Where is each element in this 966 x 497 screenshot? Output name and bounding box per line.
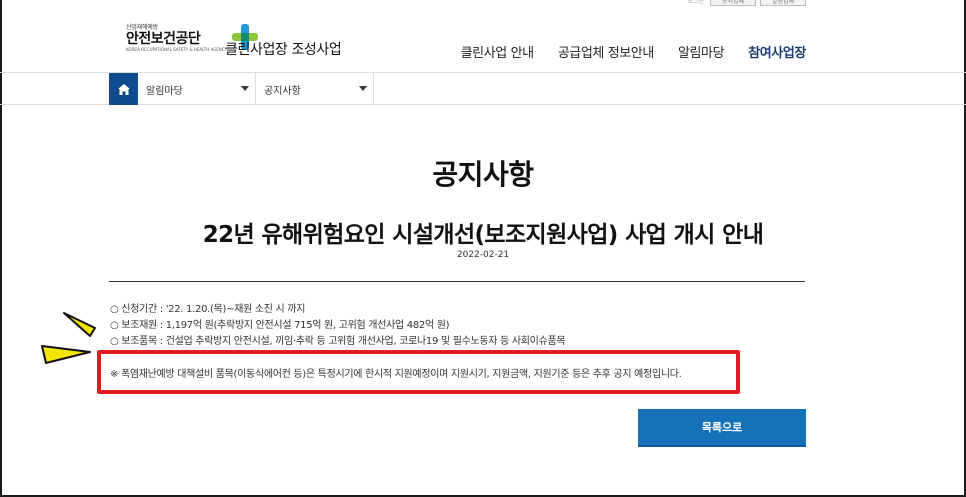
breadcrumb-level1-label: 알림마당 bbox=[146, 85, 183, 97]
post-line-budget: ○ 보조재원 : 1,197억 원(추락방지 안전시설 715억 원, 고위험 … bbox=[110, 320, 450, 331]
home-button[interactable] bbox=[109, 73, 138, 105]
post-line-period: ○ 신청기간 : '22. 1.20.(목)~재원 소진 시 까지 bbox=[110, 304, 306, 315]
logo-subtitle: 산업재해예방 bbox=[126, 24, 158, 31]
gnb-item-supplier-info[interactable]: 공급업체 정보안내 bbox=[546, 42, 666, 61]
logo-english: KOREA OCCUPATIONAL SAFETY & HEALTH AGENC… bbox=[126, 47, 227, 52]
gnb-item-notice-board[interactable]: 알림마당 bbox=[666, 42, 736, 61]
site-header: 산업재해예방 안전보건공단 KOREA OCCUPATIONAL SAFETY … bbox=[0, 8, 966, 72]
logo-text: 산업재해예방 안전보건공단 KOREA OCCUPATIONAL SAFETY … bbox=[126, 22, 227, 52]
top-utility-strip: 로그인 공지업체 알림업체 bbox=[0, 0, 966, 8]
post-body: ○ 신청기간 : '22. 1.20.(목)~재원 소진 시 까지 ○ 보조재원… bbox=[110, 302, 566, 350]
back-to-list-button[interactable]: 목록으로 bbox=[638, 409, 806, 447]
breadcrumb: 알림마당 공지사항 bbox=[0, 72, 966, 105]
chevron-down-icon bbox=[241, 86, 249, 91]
utility-button-2[interactable]: 알림업체 bbox=[760, 0, 806, 6]
utility-button-1[interactable]: 공지업체 bbox=[710, 0, 756, 6]
post-line-items: ○ 보조품목 : 건설업 추락방지 안전시설, 끼임·추락 등 고위험 개선사업… bbox=[110, 336, 566, 347]
page-title: 공지사항 bbox=[432, 158, 534, 191]
title-divider bbox=[109, 281, 805, 282]
post-date: 2022-02-21 bbox=[456, 250, 510, 260]
logo-title: 안전보건공단 bbox=[126, 31, 201, 47]
site-name[interactable]: 클린사업장 조성사업 bbox=[225, 39, 342, 59]
utility-buttons: 공지업체 알림업체 bbox=[710, 0, 806, 6]
global-nav: 클린사업 안내 공급업체 정보안내 알림마당 참여사업장 bbox=[449, 42, 807, 61]
breadcrumb-level1-select[interactable]: 알림마당 bbox=[138, 73, 256, 105]
breadcrumb-level2-select[interactable]: 공지사항 bbox=[256, 73, 374, 105]
breadcrumb-level2-label: 공지사항 bbox=[264, 85, 301, 97]
home-icon bbox=[117, 83, 130, 95]
gnb-item-clean-business[interactable]: 클린사업 안내 bbox=[449, 42, 546, 61]
post-notice: ※ 폭염재난예방 대책설비 품목(이동식에어컨 등)은 특정시기에 한시적 지원… bbox=[110, 369, 682, 380]
chevron-down-icon bbox=[359, 86, 367, 91]
post-title: 22년 유해위험요인 시설개선(보조지원사업) 사업 개시 안내 bbox=[202, 222, 764, 248]
login-link[interactable]: 로그인 bbox=[687, 0, 704, 5]
emphasis-marks-icon bbox=[41, 312, 96, 364]
gnb-item-participants[interactable]: 참여사업장 bbox=[736, 42, 806, 61]
